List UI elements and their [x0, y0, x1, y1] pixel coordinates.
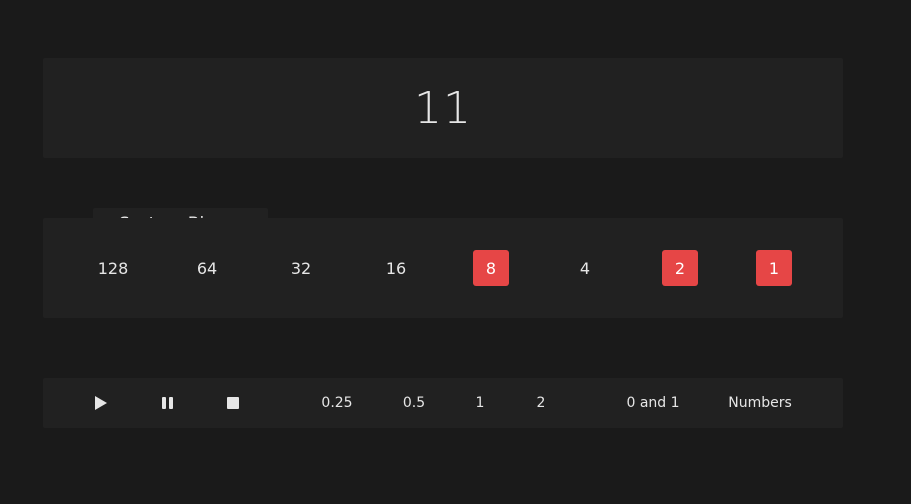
speed-2-button[interactable]: 2: [531, 390, 551, 416]
play-button[interactable]: [88, 390, 114, 416]
decimal-display-panel: 11: [43, 58, 843, 158]
bit-64[interactable]: 64: [189, 250, 225, 286]
stop-icon: [227, 397, 239, 409]
binary-panel: [43, 218, 843, 318]
bit-1[interactable]: 1: [756, 250, 792, 286]
bit-8[interactable]: 8: [473, 250, 509, 286]
bit-4[interactable]: 4: [567, 250, 603, 286]
bit-2[interactable]: 2: [662, 250, 698, 286]
speed-0-5-button[interactable]: 0.5: [398, 390, 430, 416]
bit-128[interactable]: 128: [95, 250, 131, 286]
stop-button[interactable]: [220, 390, 246, 416]
speed-0-25-button[interactable]: 0.25: [316, 390, 358, 416]
mode-binary-button[interactable]: 0 and 1: [618, 390, 688, 416]
bit-32[interactable]: 32: [283, 250, 319, 286]
bit-16[interactable]: 16: [378, 250, 414, 286]
decimal-value: 11: [414, 82, 472, 134]
pause-icon: [161, 397, 173, 409]
play-icon: [95, 396, 107, 410]
pause-button[interactable]: [154, 390, 180, 416]
speed-1-button[interactable]: 1: [470, 390, 490, 416]
mode-numbers-button[interactable]: Numbers: [720, 390, 800, 416]
